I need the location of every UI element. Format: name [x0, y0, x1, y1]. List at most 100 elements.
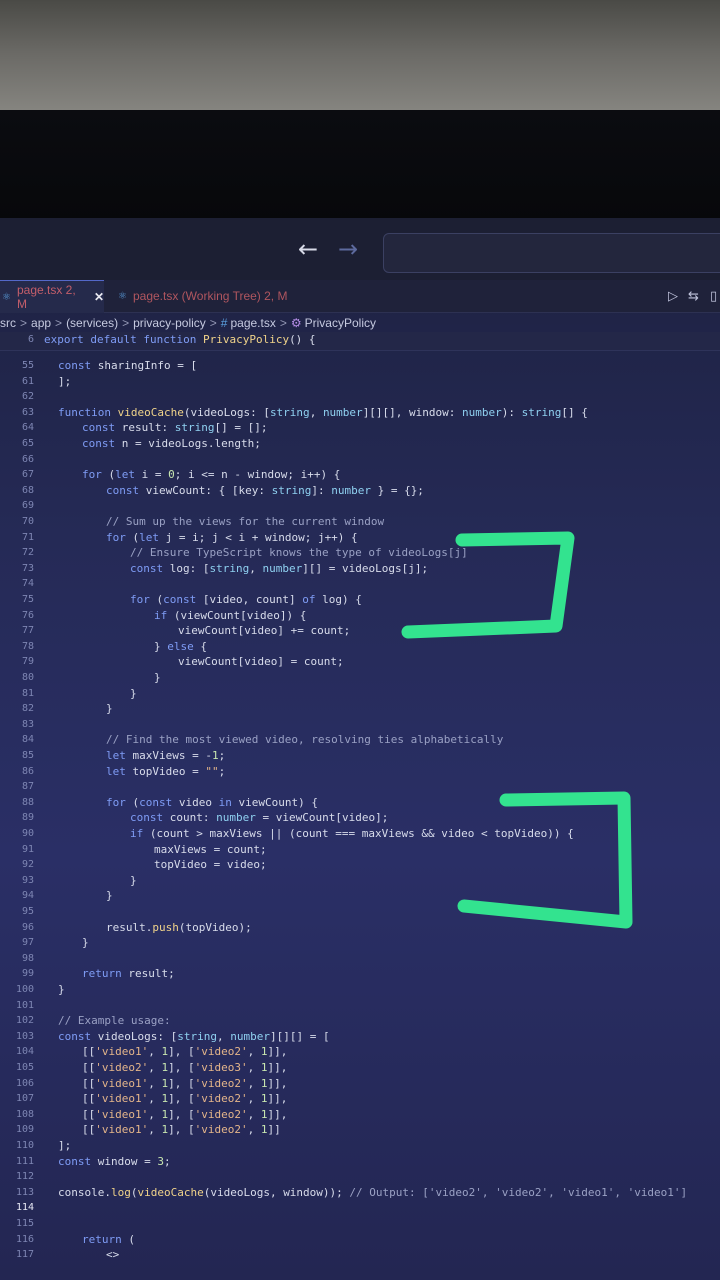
code-line[interactable]: 90 if (count > maxViews || (count === max… [0, 826, 720, 842]
code-line[interactable]: 78} else { [0, 639, 720, 655]
code-text: [['video2', 1], ['video3', 1]], [82, 1061, 288, 1074]
code-line[interactable]: 91 maxViews = count; [0, 842, 720, 858]
arrow-left-icon[interactable]: ← [298, 236, 318, 262]
code-text: maxViews = count; [154, 842, 267, 856]
code-line[interactable]: 117 <> [0, 1247, 720, 1263]
code-line[interactable]: 114 [0, 1200, 720, 1216]
line-number: 6 [27, 334, 34, 345]
breadcrumb-item[interactable]: privacy-policy [133, 316, 206, 330]
code-text: const count: number = viewCount[video]; [130, 811, 389, 825]
code-line[interactable]: 95 [0, 904, 720, 920]
code-line[interactable]: 107 [['video1', 1], ['video2', 1]], [0, 1091, 720, 1107]
code-line[interactable]: 111 const window = 3; [0, 1154, 720, 1170]
code-line[interactable]: 97} [0, 935, 720, 951]
close-icon[interactable]: ✕ [94, 290, 104, 304]
code-text: } [130, 686, 137, 700]
code-line[interactable]: 109 [['video1', 1], ['video2', 1]] [0, 1122, 720, 1138]
code-line[interactable]: 104 [['video1', 1], ['video2', 1]], [0, 1044, 720, 1060]
code-line[interactable]: 100} [0, 982, 720, 998]
code-line[interactable]: 116 return ( [0, 1232, 720, 1248]
code-line[interactable]: 84 // Find the most viewed video, resolvi… [0, 732, 720, 748]
code-line[interactable]: 83 [0, 717, 720, 733]
code-line[interactable]: 70 // Sum up the views for the current wi… [0, 514, 720, 530]
code-line[interactable]: 94} [0, 888, 720, 904]
code-line[interactable]: 63 function videoCache(videoLogs: [string… [0, 405, 720, 421]
code-line[interactable]: 61]; [0, 374, 720, 390]
code-line[interactable]: 76 if (viewCount[video]) { [0, 608, 720, 624]
code-line[interactable]: 77 viewCount[video] += count; [0, 623, 720, 639]
code-line[interactable]: 64 const result: string[] = []; [0, 420, 720, 436]
code-line[interactable]: 73 const log: [string, number][] = videoL… [0, 561, 720, 577]
code-line[interactable]: 80} [0, 670, 720, 686]
code-line[interactable]: 101 [0, 998, 720, 1014]
code-line[interactable]: 110]; [0, 1138, 720, 1154]
run-icon[interactable]: ▷ [668, 289, 678, 304]
line-number: 63 [21, 406, 34, 418]
code-line[interactable]: 82} [0, 701, 720, 717]
code-line[interactable]: 69 [0, 498, 720, 514]
code-line[interactable]: 88 for (const video in viewCount) { [0, 795, 720, 811]
breadcrumb-item[interactable]: (services) [66, 316, 118, 330]
code-line[interactable]: 92 topVideo = video; [0, 857, 720, 873]
code-text: } else { [154, 639, 207, 653]
code-line[interactable]: 71 for (let j = i; j < i + window; j++) { [0, 530, 720, 546]
code-line[interactable]: 115 [0, 1216, 720, 1232]
line-number: 101 [15, 999, 34, 1011]
code-line[interactable]: 74 [0, 576, 720, 592]
code-line[interactable]: 113 console.log(videoCache(videoLogs, win… [0, 1185, 720, 1201]
code-line[interactable]: 98 [0, 951, 720, 967]
tab-page-tsx[interactable]: ⚛ page.tsx 2, M ✕ [0, 280, 104, 313]
code-line[interactable]: 68 const viewCount: { [key: string]: numb… [0, 483, 720, 499]
arrow-right-icon[interactable]: → [338, 236, 358, 262]
code-line[interactable]: 106 [['video1', 1], ['video2', 1]], [0, 1076, 720, 1092]
line-number: 110 [15, 1140, 34, 1151]
command-center-input[interactable] [383, 233, 720, 273]
code-line[interactable]: 105 [['video2', 1], ['video3', 1]], [0, 1060, 720, 1076]
code-line[interactable]: 85 let maxViews = -1; [0, 748, 720, 764]
code-editor[interactable]: 55 const sharingInfo = [61]; 62 63 function … [0, 358, 720, 1280]
code-line[interactable]: 81} [0, 686, 720, 702]
code-text: <> [106, 1248, 120, 1262]
code-line[interactable]: 67 for (let i = 0; i <= n - window; i++) … [0, 467, 720, 483]
split-editor-icon[interactable]: ▯ [710, 289, 717, 304]
code-text: const viewCount: { [key: string]: number… [106, 483, 424, 497]
code-line[interactable]: 87 [0, 779, 720, 795]
line-number: 83 [21, 718, 34, 730]
line-number: 106 [15, 1077, 34, 1089]
code-line[interactable]: 112 [0, 1169, 720, 1185]
compare-changes-icon[interactable]: ⇆ [688, 289, 699, 304]
breadcrumb-item[interactable]: app [31, 316, 51, 330]
code-line[interactable]: 62 [0, 389, 720, 405]
line-number: 85 [21, 750, 34, 761]
code-line[interactable]: 65 const n = videoLogs.length; [0, 436, 720, 452]
code-text: } [82, 936, 89, 950]
breadcrumb-item[interactable]: page.tsx [230, 316, 275, 330]
code-line[interactable]: 55 const sharingInfo = [ [0, 358, 720, 374]
code-line[interactable]: 86 let topVideo = ""; [0, 764, 720, 780]
line-number: 98 [21, 952, 34, 964]
code-line[interactable]: 75 for (const [video, count] of log) { [0, 592, 720, 608]
line-number: 104 [15, 1046, 34, 1058]
code-line[interactable]: 102 // Example usage: [0, 1013, 720, 1029]
code-line[interactable]: 103 const videoLogs: [string, number][][]… [0, 1029, 720, 1045]
code-line[interactable]: 72 // Ensure TypeScript knows the type of… [0, 545, 720, 561]
breadcrumb-item[interactable]: src [0, 316, 16, 330]
code-line[interactable]: 89 const count: number = viewCount[video]… [0, 810, 720, 826]
line-number: 90 [21, 828, 34, 839]
code-text: } [106, 702, 113, 716]
line-number: 70 [21, 516, 34, 527]
line-number: 84 [21, 734, 34, 746]
line-number: 66 [21, 453, 34, 465]
code-line[interactable]: 93} [0, 873, 720, 889]
sticky-scroll-header[interactable]: 6 export default function PrivacyPolicy(… [0, 332, 720, 351]
tab-page-tsx-working-tree[interactable]: ⚛ page.tsx (Working Tree) 2, M [118, 280, 287, 312]
breadcrumb-item[interactable]: PrivacyPolicy [305, 316, 376, 330]
code-line[interactable]: 99 return result; [0, 966, 720, 982]
code-line[interactable]: 66 [0, 452, 720, 468]
code-text: return result; [82, 967, 175, 981]
code-line[interactable]: 79 viewCount[video] = count; [0, 654, 720, 670]
code-line[interactable]: 108 [['video1', 1], ['video2', 1]], [0, 1107, 720, 1123]
code-text: [['video1', 1], ['video2', 1]], [82, 1092, 288, 1106]
line-number: 87 [21, 781, 34, 793]
code-line[interactable]: 96 result.push(topVideo); [0, 920, 720, 936]
